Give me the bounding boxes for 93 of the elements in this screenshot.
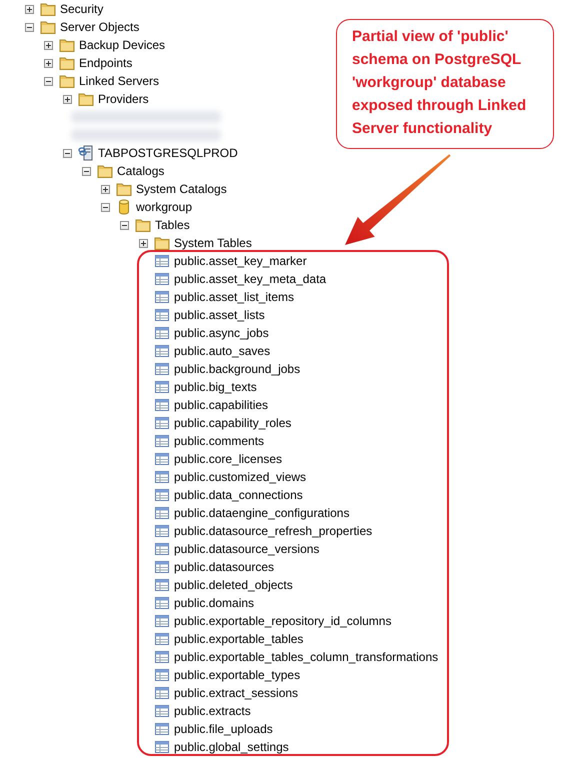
- collapse-icon[interactable]: [44, 76, 53, 86]
- folder-icon: [78, 91, 94, 107]
- collapse-icon[interactable]: [120, 220, 129, 230]
- tree-item[interactable]: Catalogs: [117, 164, 164, 178]
- table-icon: [154, 595, 170, 611]
- tree-item[interactable]: public.background_jobs: [174, 362, 300, 376]
- table-icon: [154, 325, 170, 341]
- tree-item[interactable]: public.data_connections: [174, 488, 303, 502]
- folder-icon: [59, 73, 75, 89]
- tree-item[interactable]: public.auto_saves: [174, 344, 270, 358]
- tree-item[interactable]: public.exportable_tables: [174, 632, 304, 646]
- tree-item[interactable]: public.extracts: [174, 704, 251, 718]
- tree-item[interactable]: public.datasource_refresh_properties: [174, 524, 372, 538]
- table-icon: [154, 397, 170, 413]
- tree-item[interactable]: Providers: [98, 92, 149, 106]
- collapse-icon[interactable]: [25, 22, 34, 32]
- tree-item[interactable]: public.exportable_tables_column_transformations: [174, 650, 438, 664]
- tree-item[interactable]: public.capabilities: [174, 398, 268, 412]
- tree-item[interactable]: public.datasources: [174, 560, 274, 574]
- folder-icon: [40, 19, 56, 35]
- folder-icon: [40, 1, 56, 17]
- tree-item[interactable]: public.dataengine_configurations: [174, 506, 350, 520]
- linked-server-icon: [78, 145, 94, 161]
- expand-icon[interactable]: [44, 58, 53, 68]
- database-icon: [116, 199, 132, 215]
- table-icon: [154, 685, 170, 701]
- tree-item[interactable]: TABPOSTGRESQLPROD: [98, 146, 238, 160]
- table-icon: [154, 343, 170, 359]
- table-icon: [154, 559, 170, 575]
- tree-item[interactable]: public.core_licenses: [174, 452, 282, 466]
- folder-icon: [97, 163, 113, 179]
- tree-item[interactable]: public.customized_views: [174, 470, 306, 484]
- tree-item[interactable]: public.asset_key_meta_data: [174, 272, 326, 286]
- tree-item[interactable]: Linked Servers: [79, 74, 160, 88]
- table-icon: [154, 613, 170, 629]
- expand-icon[interactable]: [44, 40, 53, 50]
- expand-icon[interactable]: [139, 238, 148, 248]
- tree-item[interactable]: public.exportable_repository_id_columns: [174, 614, 392, 628]
- collapse-icon[interactable]: [82, 166, 91, 176]
- folder-icon: [116, 181, 132, 197]
- table-icon: [154, 541, 170, 557]
- folder-icon: [59, 37, 75, 53]
- tree-item[interactable]: public.datasource_versions: [174, 542, 320, 556]
- table-icon: [154, 469, 170, 485]
- tree-item[interactable]: public.exportable_types: [174, 668, 300, 682]
- table-icon: [154, 433, 170, 449]
- collapse-icon[interactable]: [63, 148, 72, 158]
- tree-item[interactable]: public.asset_lists: [174, 308, 265, 322]
- table-icon: [154, 289, 170, 305]
- tree-item[interactable]: System Tables: [174, 236, 252, 250]
- expand-icon[interactable]: [25, 4, 34, 14]
- expand-icon[interactable]: [101, 184, 110, 194]
- table-icon: [154, 703, 170, 719]
- tree-item[interactable]: public.deleted_objects: [174, 578, 293, 592]
- tree-item[interactable]: public.asset_key_marker: [174, 254, 307, 268]
- tree-item[interactable]: public.big_texts: [174, 380, 257, 394]
- expand-icon[interactable]: [63, 94, 72, 104]
- tree-item[interactable]: public.comments: [174, 434, 264, 448]
- table-icon: [154, 253, 170, 269]
- table-icon: [154, 415, 170, 431]
- table-icon: [154, 649, 170, 665]
- table-icon: [154, 631, 170, 647]
- table-icon: [154, 361, 170, 377]
- table-icon: [154, 307, 170, 323]
- tree-item[interactable]: public.file_uploads: [174, 722, 273, 736]
- folder-icon: [154, 235, 170, 251]
- tree-item[interactable]: public.capability_roles: [174, 416, 292, 430]
- tree-item[interactable]: Security: [60, 2, 104, 16]
- folder-icon: [135, 217, 151, 233]
- folder-icon: [59, 55, 75, 71]
- tree-item[interactable]: public.extract_sessions: [174, 686, 298, 700]
- tree-item[interactable]: Tables: [155, 218, 190, 232]
- table-icon: [154, 577, 170, 593]
- tree-item[interactable]: public.global_settings: [174, 740, 289, 754]
- tree-item[interactable]: public.domains: [174, 596, 254, 610]
- table-icon: [154, 739, 170, 755]
- tree-item[interactable]: public.asset_list_items: [174, 290, 294, 304]
- tree-item[interactable]: System Catalogs: [136, 182, 227, 196]
- table-icon: [154, 451, 170, 467]
- table-icon: [154, 523, 170, 539]
- table-icon: [154, 505, 170, 521]
- table-icon: [154, 487, 170, 503]
- table-icon: [154, 271, 170, 287]
- callout-note: Partial view of 'public' schema on PostgreSQL 'workgroup' database exposed through Linked Server functionality: [336, 19, 554, 149]
- tree-item[interactable]: Backup Devices: [79, 38, 166, 52]
- tree-item[interactable]: public.async_jobs: [174, 326, 269, 340]
- tree-item[interactable]: Endpoints: [79, 56, 132, 70]
- table-icon: [154, 721, 170, 737]
- table-icon: [154, 379, 170, 395]
- collapse-icon[interactable]: [101, 202, 110, 212]
- table-icon: [154, 667, 170, 683]
- tree-item[interactable]: workgroup: [136, 200, 192, 214]
- tree-item[interactable]: Server Objects: [60, 20, 140, 34]
